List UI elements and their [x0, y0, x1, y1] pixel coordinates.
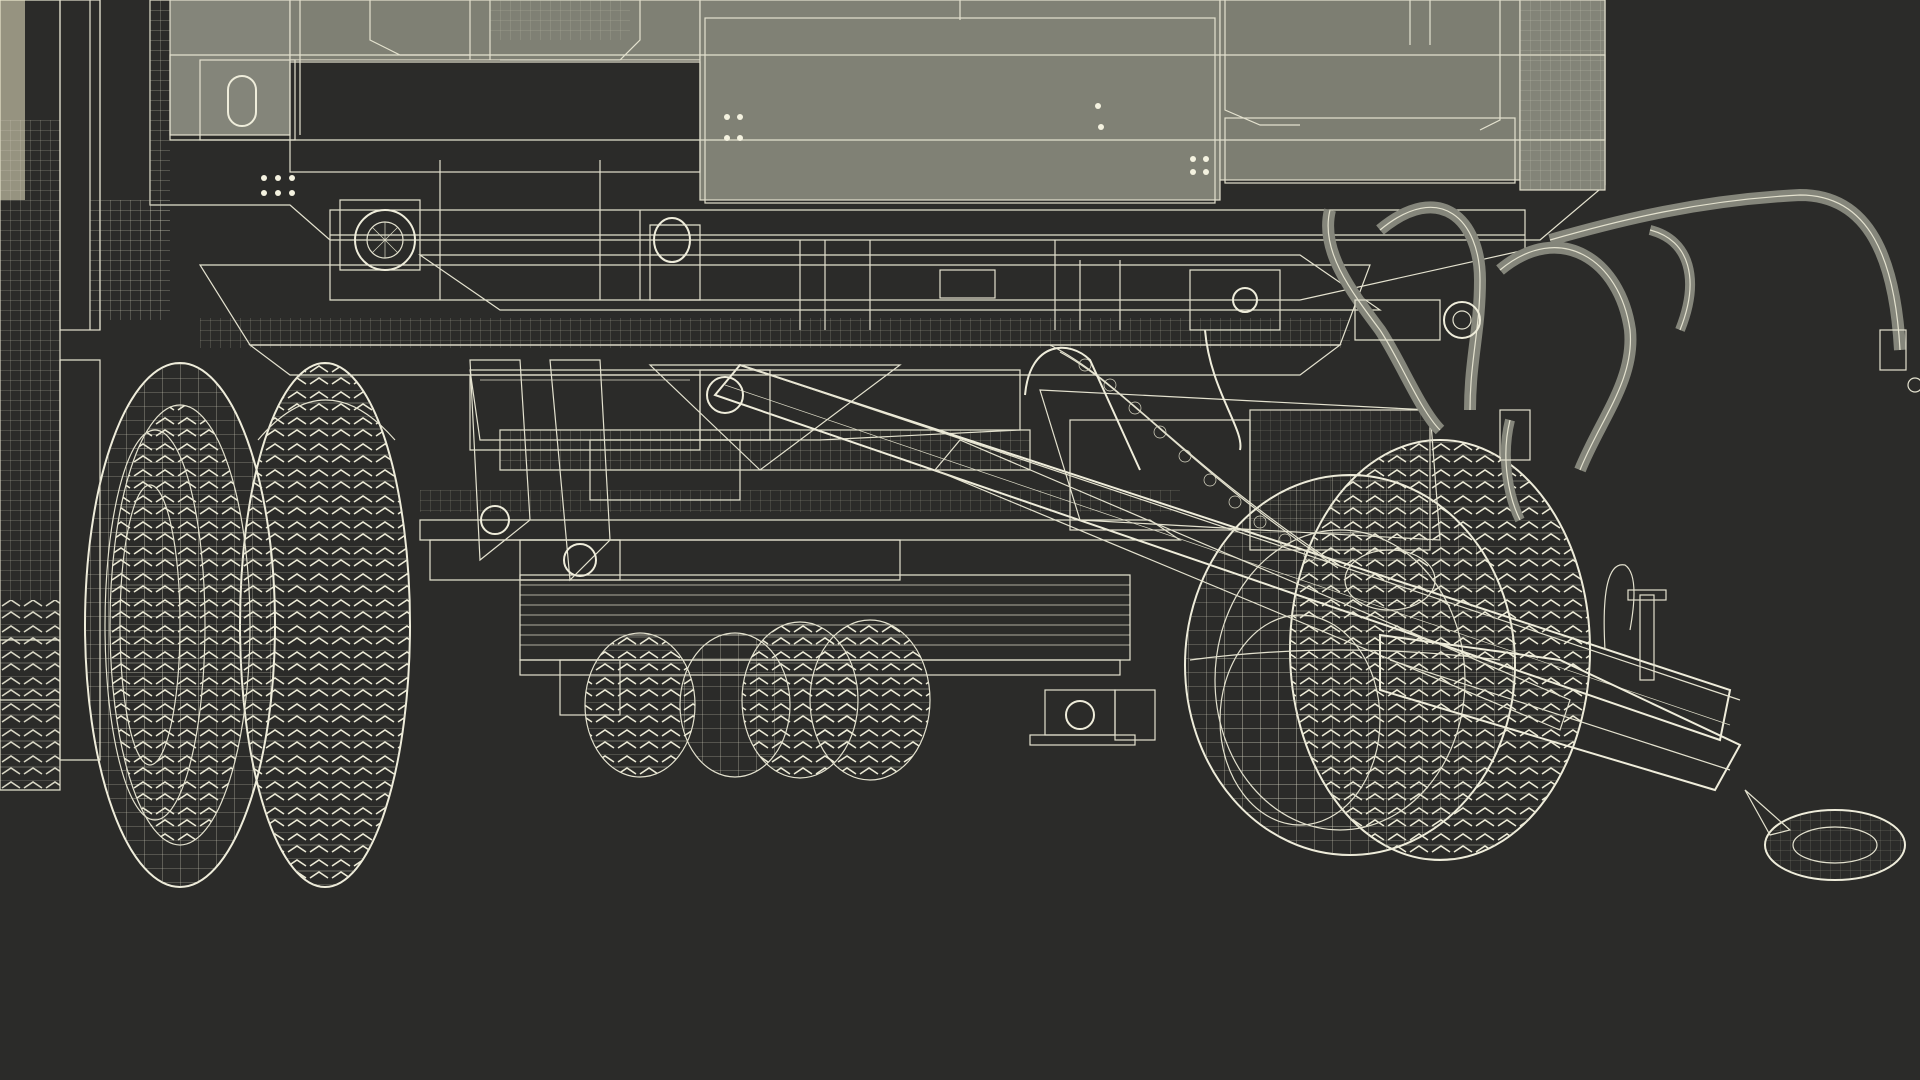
wireframe-render	[0, 0, 1920, 888]
rear-wheels-center	[584, 619, 931, 781]
front-wheel-left	[0, 359, 411, 888]
render-viewport	[0, 0, 1920, 1080]
